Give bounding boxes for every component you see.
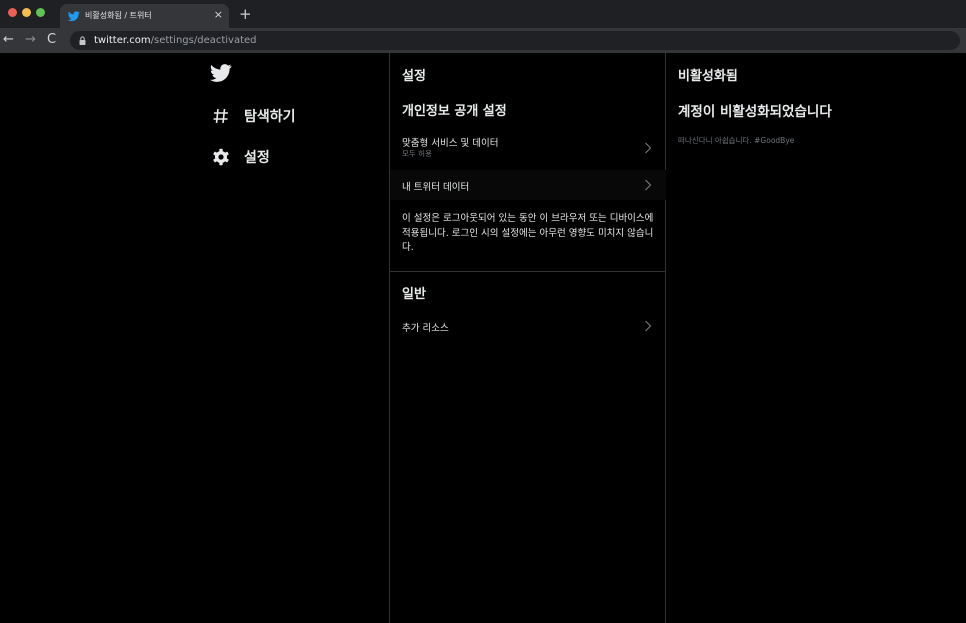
personalization-label: 맞춤형 서비스 및 데이터 bbox=[402, 138, 499, 149]
settings-title: 설정 bbox=[402, 69, 426, 84]
settings-column: 설정 개인정보 공개 설정 맞춤형 서비스 및 데이터 모두 허용 내 트위터 … bbox=[389, 53, 666, 623]
lock-icon bbox=[79, 36, 86, 45]
hashtag-icon bbox=[210, 105, 232, 127]
twitter-logo-icon[interactable] bbox=[210, 64, 232, 82]
minimize-window-button[interactable] bbox=[22, 8, 31, 17]
deactivated-heading: 계정이 비활성화되었습니다 bbox=[678, 104, 832, 120]
my-twitter-data-label: 내 트위터 데이터 bbox=[402, 182, 470, 193]
browser-tab-bar: 비활성화됨 / 트위터 × + bbox=[0, 0, 966, 28]
maximize-window-button[interactable] bbox=[36, 8, 45, 17]
tab-close-icon[interactable]: × bbox=[214, 8, 223, 22]
nav-item-label: 설정 bbox=[244, 150, 270, 166]
extra-resources-row[interactable]: 추가 리소스 bbox=[390, 313, 666, 343]
extra-resources-label: 추가 리소스 bbox=[402, 323, 449, 334]
section-divider bbox=[390, 271, 666, 272]
chevron-right-icon bbox=[645, 179, 652, 191]
left-navigation: 탐색하기 설정 bbox=[200, 53, 389, 623]
url-host: twitter.com bbox=[94, 35, 151, 46]
browser-toolbar: ← → C twitter.com/settings/deactivated bbox=[0, 28, 966, 53]
close-window-button[interactable] bbox=[8, 8, 17, 17]
twitter-page: 탐색하기 설정 설정 개인정보 공개 설정 맞춤형 서비스 및 데이터 모두 허… bbox=[0, 53, 966, 623]
back-arrow-icon[interactable]: ← bbox=[3, 32, 14, 48]
my-twitter-data-row[interactable]: 내 트위터 데이터 bbox=[390, 170, 666, 200]
deactivated-column: 비활성화됨 계정이 비활성화되었습니다 떠나신다니 아쉽습니다. #GoodBy… bbox=[666, 53, 966, 623]
personalization-row[interactable]: 맞춤형 서비스 및 데이터 모두 허용 bbox=[390, 128, 666, 168]
url-path: /settings/deactivated bbox=[150, 35, 257, 46]
url-text: twitter.com/settings/deactivated bbox=[94, 34, 257, 47]
chevron-right-icon bbox=[645, 142, 652, 154]
browser-tab[interactable]: 비활성화됨 / 트위터 × bbox=[60, 4, 229, 28]
tab-title: 비활성화됨 / 트위터 bbox=[85, 11, 152, 20]
forward-arrow-icon[interactable]: → bbox=[25, 32, 36, 48]
nav-item-explore[interactable]: 탐색하기 bbox=[210, 104, 296, 128]
settings-note: 이 설정은 로그아웃되어 있는 동안 이 브라우저 또는 디바이스에 적용됩니다… bbox=[402, 213, 654, 253]
address-bar[interactable]: twitter.com/settings/deactivated bbox=[70, 31, 960, 50]
nav-item-label: 탐색하기 bbox=[244, 109, 296, 125]
nav-item-settings[interactable]: 설정 bbox=[210, 145, 270, 169]
goodbye-message: 떠나신다니 아쉽습니다. #GoodBye bbox=[678, 136, 795, 145]
reload-icon[interactable]: C bbox=[47, 32, 56, 48]
general-section-title: 일반 bbox=[402, 287, 426, 302]
gear-icon bbox=[210, 146, 232, 168]
new-tab-button[interactable]: + bbox=[239, 5, 252, 23]
twitter-favicon-icon bbox=[68, 11, 80, 22]
chevron-right-icon bbox=[645, 320, 652, 332]
deactivated-title: 비활성화됨 bbox=[678, 69, 738, 84]
personalization-status: 모두 허용 bbox=[402, 149, 432, 158]
privacy-section-title: 개인정보 공개 설정 bbox=[402, 104, 507, 119]
